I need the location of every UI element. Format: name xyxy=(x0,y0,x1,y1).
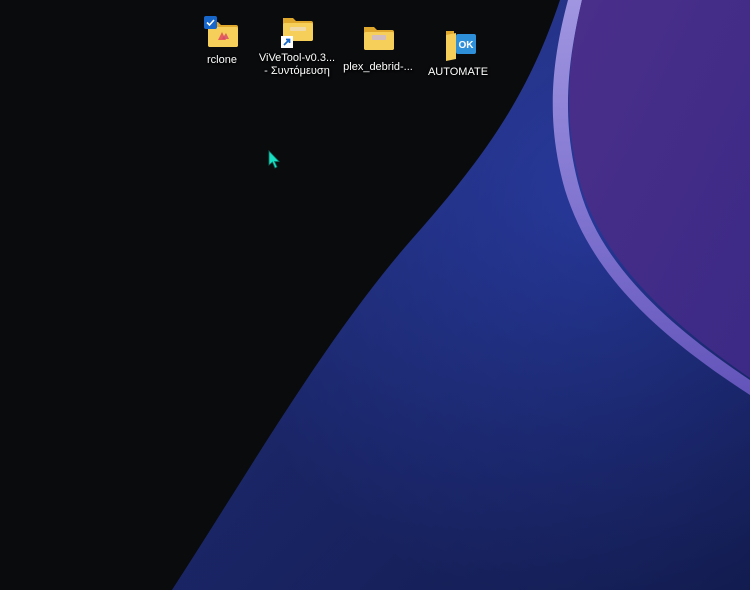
desktop-icon-label: rclone xyxy=(207,54,237,66)
sync-check-icon xyxy=(204,16,217,29)
desktop-icon-label: AUTOMATE xyxy=(427,66,489,78)
folder-icon: OK xyxy=(438,28,478,64)
svg-text:OK: OK xyxy=(459,40,475,51)
folder-icon xyxy=(277,14,317,50)
shortcut-arrow-icon xyxy=(281,36,293,48)
desktop-icon-label: plex_debrid-... xyxy=(343,61,413,73)
folder-icon xyxy=(358,23,398,59)
desktop-icon-automate[interactable]: OK AUTOMATE xyxy=(415,28,501,79)
desktop-icon-label: - Συντόμευση xyxy=(264,65,330,77)
desktop-icon-vivetool-shortcut[interactable]: ViVeTool-v0.3... - Συντόμευση xyxy=(254,14,340,78)
desktop-icon-plex-debrid[interactable]: plex_debrid-... xyxy=(335,23,421,74)
mouse-cursor-icon xyxy=(268,150,280,169)
folder-icon xyxy=(202,16,242,52)
ok-badge-icon: OK xyxy=(456,34,476,54)
wallpaper xyxy=(172,0,750,590)
desktop[interactable]: rclone ViVeTool-v0.3... - Συντόμευση ple… xyxy=(0,0,750,590)
desktop-icon-rclone[interactable]: rclone xyxy=(179,16,265,67)
desktop-icon-label: ViVeTool-v0.3... xyxy=(258,52,336,64)
